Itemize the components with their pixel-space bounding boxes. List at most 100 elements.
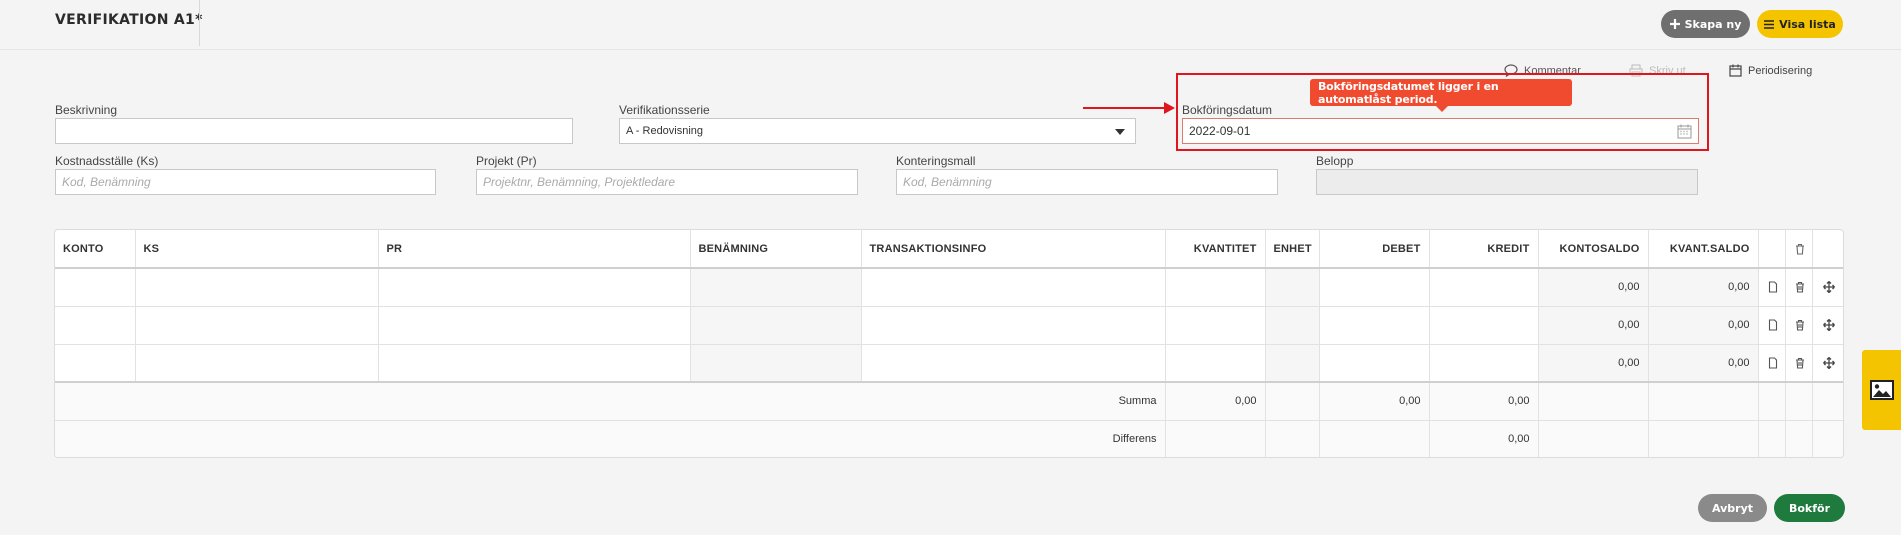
attachment-side-tab[interactable] — [1862, 350, 1901, 430]
trash-icon[interactable] — [1794, 281, 1806, 293]
amount-input — [1316, 169, 1698, 195]
cell-konto[interactable] — [55, 344, 136, 383]
periodization-link[interactable]: Periodisering — [1729, 64, 1812, 77]
cell-move[interactable] — [1812, 306, 1843, 345]
cell-doc[interactable] — [1758, 344, 1786, 383]
template-input[interactable]: Kod, Benämning — [896, 169, 1278, 195]
cell-kvantitet[interactable] — [1165, 306, 1266, 345]
col-kredit[interactable]: KREDIT — [1429, 230, 1539, 269]
document-icon[interactable] — [1767, 281, 1779, 293]
cell-pr[interactable] — [378, 344, 691, 383]
cell-kredit[interactable] — [1429, 268, 1539, 307]
cell-doc[interactable] — [1758, 306, 1786, 345]
voucher-rows-table: KONTO KS PR BENÄMNING TRANSAKTIONSINFO K… — [54, 229, 1844, 458]
document-icon[interactable] — [1767, 319, 1779, 331]
cell-kredit[interactable] — [1429, 344, 1539, 383]
image-icon — [1869, 380, 1894, 400]
cell-debet[interactable] — [1319, 268, 1430, 307]
cell-transaktionsinfo[interactable] — [861, 306, 1166, 345]
annotation-arrow — [1083, 107, 1168, 109]
col-benamning[interactable]: BENÄMNING — [690, 230, 862, 269]
series-label: Verifikationsserie — [619, 103, 710, 117]
sum-row: Summa 0,00 0,00 0,00 — [55, 381, 1843, 421]
table-row: 0,00 0,00 — [55, 268, 1843, 307]
dropdown-arrow-icon — [1115, 129, 1125, 135]
document-icon[interactable] — [1767, 357, 1779, 369]
template-label: Konteringsmall — [896, 154, 976, 168]
col-doc — [1758, 230, 1786, 269]
table-row: 0,00 0,00 — [55, 344, 1843, 383]
cell-benamning — [690, 306, 862, 345]
create-new-button[interactable]: Skapa ny — [1661, 10, 1750, 38]
trash-icon[interactable] — [1794, 357, 1806, 369]
diff-label: Differens — [55, 420, 1166, 457]
project-label: Projekt (Pr) — [476, 154, 537, 168]
diff-kredit: 0,00 — [1429, 420, 1539, 457]
plus-icon — [1669, 19, 1680, 29]
sum-delete — [1785, 381, 1813, 421]
col-debet[interactable]: DEBET — [1319, 230, 1430, 269]
col-delete-all[interactable] — [1785, 230, 1813, 269]
cell-konto[interactable] — [55, 306, 136, 345]
diff-kvantitet — [1165, 420, 1266, 457]
diff-enhet — [1265, 420, 1320, 457]
col-transaktionsinfo[interactable]: TRANSAKTIONSINFO — [861, 230, 1166, 269]
diff-kvantsaldo — [1648, 420, 1759, 457]
page-header: VERIFIKATION A1* Skapa ny Visa lista — [0, 0, 1901, 50]
col-konto[interactable]: KONTO — [55, 230, 136, 269]
cell-konto[interactable] — [55, 268, 136, 307]
series-select[interactable]: A - Redovisning — [619, 118, 1136, 144]
trash-icon[interactable] — [1794, 319, 1806, 331]
cell-enhet — [1265, 344, 1320, 383]
cell-pr[interactable] — [378, 268, 691, 307]
move-icon[interactable] — [1822, 281, 1835, 294]
cell-move[interactable] — [1812, 268, 1843, 307]
page-title: VERIFIKATION A1* — [55, 12, 203, 28]
cell-transaktionsinfo[interactable] — [861, 344, 1166, 383]
sum-enhet — [1265, 381, 1320, 421]
create-new-label: Skapa ny — [1684, 17, 1742, 31]
sum-debet: 0,00 — [1319, 381, 1430, 421]
col-enhet[interactable]: ENHET — [1265, 230, 1320, 269]
cell-transaktionsinfo[interactable] — [861, 268, 1166, 307]
trash-icon[interactable] — [1794, 243, 1806, 255]
cell-delete[interactable] — [1785, 268, 1813, 307]
move-icon[interactable] — [1822, 356, 1835, 369]
series-value: A - Redovisning — [626, 125, 704, 137]
date-picker-icon[interactable] — [1677, 124, 1692, 139]
cell-ks[interactable] — [135, 268, 379, 307]
cell-debet[interactable] — [1319, 344, 1430, 383]
booking-date-input[interactable]: 2022-09-01 — [1182, 118, 1699, 144]
amount-label: Belopp — [1316, 154, 1354, 168]
move-icon[interactable] — [1822, 319, 1835, 332]
periodization-label: Periodisering — [1748, 64, 1813, 77]
cell-delete[interactable] — [1785, 344, 1813, 383]
description-input[interactable] — [55, 118, 573, 144]
cell-ks[interactable] — [135, 344, 379, 383]
cell-pr[interactable] — [378, 306, 691, 345]
booking-date-label: Bokföringsdatum — [1182, 103, 1273, 117]
cost-center-input[interactable]: Kod, Benämning — [55, 169, 436, 195]
cell-kontosaldo: 0,00 — [1538, 268, 1649, 307]
col-kontosaldo[interactable]: KONTOSALDO — [1538, 230, 1649, 269]
cell-doc[interactable] — [1758, 268, 1786, 307]
book-button[interactable]: Bokför — [1774, 494, 1845, 522]
col-pr[interactable]: PR — [378, 230, 691, 269]
cell-debet[interactable] — [1319, 306, 1430, 345]
cell-kvantitet[interactable] — [1165, 268, 1266, 307]
cancel-button[interactable]: Avbryt — [1698, 494, 1767, 522]
table-header-row: KONTO KS PR BENÄMNING TRANSAKTIONSINFO K… — [55, 230, 1843, 269]
cell-kvantitet[interactable] — [1165, 344, 1266, 383]
cell-ks[interactable] — [135, 306, 379, 345]
col-kvantitet[interactable]: KVANTITET — [1165, 230, 1266, 269]
cell-delete[interactable] — [1785, 306, 1813, 345]
col-ks[interactable]: KS — [135, 230, 379, 269]
col-kvantsaldo[interactable]: KVANT.SALDO — [1648, 230, 1759, 269]
sum-label: Summa — [55, 381, 1166, 421]
booking-date-value: 2022-09-01 — [1189, 124, 1251, 138]
cell-kredit[interactable] — [1429, 306, 1539, 345]
show-list-button[interactable]: Visa lista — [1757, 10, 1843, 38]
cell-move[interactable] — [1812, 344, 1843, 383]
project-input[interactable]: Projektnr, Benämning, Projektledare — [476, 169, 858, 195]
sum-kvantitet: 0,00 — [1165, 381, 1266, 421]
